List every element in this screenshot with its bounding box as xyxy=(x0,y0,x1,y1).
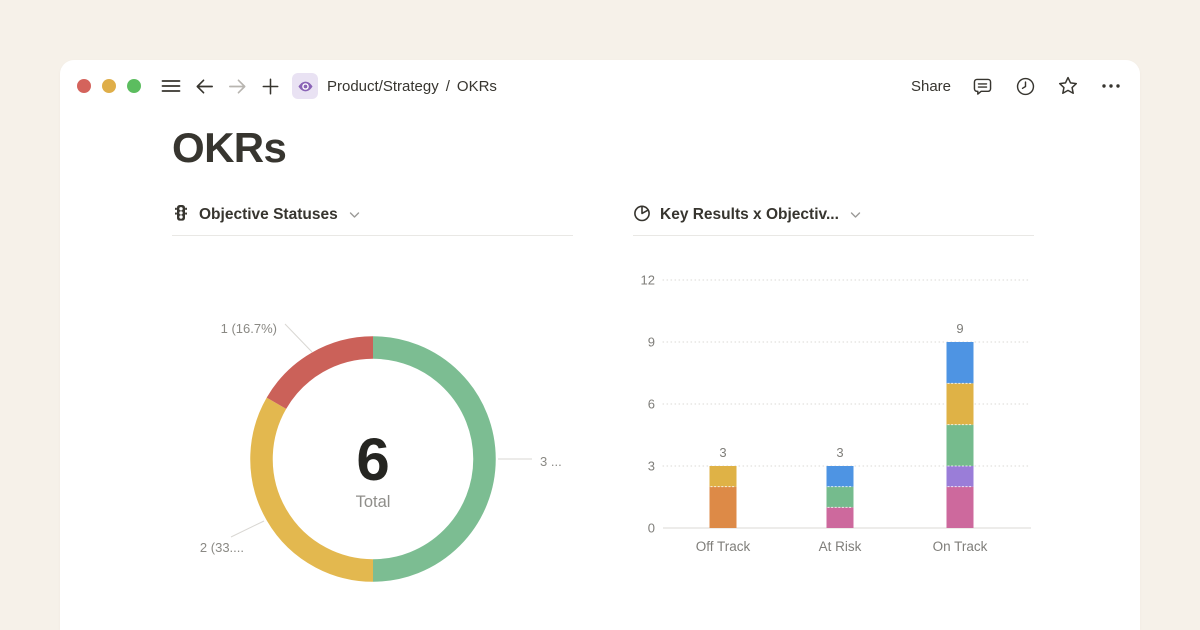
chart-title: Objective Statuses xyxy=(199,206,338,224)
stacked-bar-chart: 0 3 6 9 12 3 Off Track 3 At Risk 9 On Track xyxy=(633,260,1034,570)
bar-value-label: 3 xyxy=(836,445,843,460)
history-clock-icon[interactable] xyxy=(1013,74,1037,98)
y-tick-label: 12 xyxy=(641,273,655,288)
donut-label-line-2 xyxy=(285,324,312,352)
close-window-button[interactable] xyxy=(77,79,91,93)
favorite-star-icon[interactable] xyxy=(1056,74,1080,98)
bar-segment xyxy=(827,487,854,508)
donut-center-value: 6 xyxy=(356,426,389,493)
y-tick-label: 6 xyxy=(648,397,655,412)
donut-slice-label-0: 3 ... xyxy=(540,454,562,469)
donut-slice-2 xyxy=(276,348,373,404)
app-window: Product/Strategy / OKRs Share xyxy=(60,60,1140,630)
x-category-label: On Track xyxy=(933,539,988,554)
bar-segment xyxy=(947,487,974,528)
key-results-panel: Key Results x Objectiv... 0369123Off Tra… xyxy=(633,200,1034,236)
bar-segment xyxy=(827,507,854,528)
bar-segment xyxy=(827,466,854,487)
traffic-light-icon xyxy=(172,204,190,227)
menu-icon[interactable] xyxy=(159,74,183,98)
bar-value-label: 9 xyxy=(956,321,963,336)
chevron-down-icon[interactable] xyxy=(349,211,360,219)
bar-segment xyxy=(947,466,974,487)
chart-title: Key Results x Objectiv... xyxy=(660,206,839,224)
back-icon[interactable] xyxy=(192,74,216,98)
window-toolbar: Product/Strategy / OKRs Share xyxy=(60,60,1140,112)
breadcrumb-parent[interactable]: Product/Strategy xyxy=(327,78,439,95)
donut-slice-label-1: 2 (33.... xyxy=(200,540,244,555)
bar-segment xyxy=(947,342,974,383)
bar-segment xyxy=(947,425,974,466)
breadcrumb-current[interactable]: OKRs xyxy=(457,78,497,95)
y-tick-label: 9 xyxy=(648,335,655,350)
donut-chart: 3 ... 2 (33.... 1 (16.7%) 6Total xyxy=(172,240,573,600)
bar-segment xyxy=(710,466,737,487)
toolbar-actions: Share xyxy=(911,74,1123,98)
page-title: OKRs xyxy=(172,124,286,172)
objective-statuses-panel: Objective Statuses 3 ...2 (33....1 (16.7… xyxy=(172,200,573,236)
bar-segment xyxy=(710,487,737,528)
breadcrumb: Product/Strategy / OKRs xyxy=(327,78,497,95)
donut-label-line-1 xyxy=(231,521,264,537)
breadcrumb-separator: / xyxy=(446,78,450,95)
more-ellipsis-icon[interactable] xyxy=(1099,74,1123,98)
bar-segment xyxy=(947,383,974,424)
panel-divider xyxy=(172,235,573,236)
x-category-label: At Risk xyxy=(819,539,862,554)
pie-chart-icon xyxy=(633,204,651,227)
forward-icon[interactable] xyxy=(225,74,249,98)
y-tick-label: 0 xyxy=(648,521,655,536)
x-category-label: Off Track xyxy=(696,539,751,554)
window-controls xyxy=(77,79,141,93)
page-eye-icon[interactable] xyxy=(292,73,318,99)
objective-statuses-header[interactable]: Objective Statuses xyxy=(172,200,573,230)
key-results-header[interactable]: Key Results x Objectiv... xyxy=(633,200,1034,230)
bar-value-label: 3 xyxy=(719,445,726,460)
donut-slice-label-2: 1 (16.7%) xyxy=(221,321,277,336)
minimize-window-button[interactable] xyxy=(102,79,116,93)
y-tick-label: 3 xyxy=(648,459,655,474)
share-button[interactable]: Share xyxy=(911,78,951,95)
new-page-icon[interactable] xyxy=(258,74,282,98)
comment-icon[interactable] xyxy=(970,74,994,98)
panel-divider xyxy=(633,235,1034,236)
donut-slice-0 xyxy=(373,348,485,571)
chevron-down-icon[interactable] xyxy=(850,211,861,219)
zoom-window-button[interactable] xyxy=(127,79,141,93)
donut-center-label: Total xyxy=(356,493,391,511)
